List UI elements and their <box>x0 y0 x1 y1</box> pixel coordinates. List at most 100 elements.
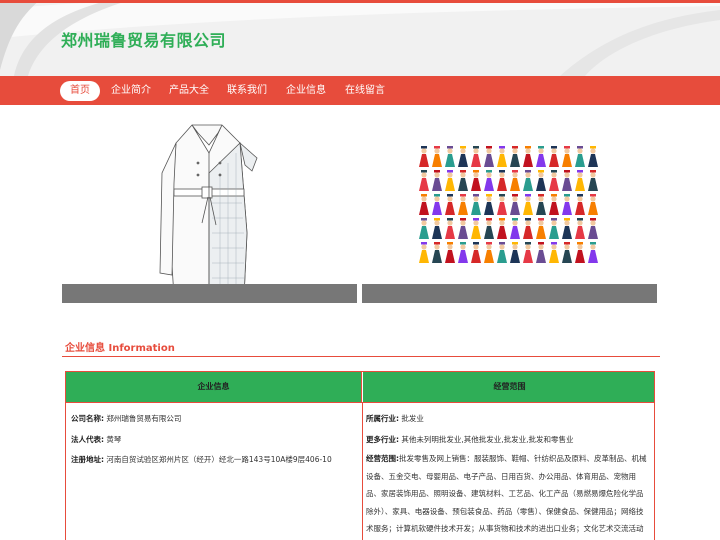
doll-figure <box>575 218 585 239</box>
industry-value: 批发业 <box>401 414 424 423</box>
table-header-business-scope: 经营范围 <box>363 372 654 402</box>
doll-figure <box>471 194 481 215</box>
doll-figure <box>510 194 520 215</box>
doll-figure <box>562 194 572 215</box>
section-title: 企业信息 Information <box>65 343 175 354</box>
doll-figure <box>445 146 455 167</box>
product-caption-bar <box>62 284 357 303</box>
doll-figure <box>432 218 442 239</box>
company-name-field: 公司名称: 郑州瑞鲁贸易有限公司 <box>71 413 181 424</box>
business-scope-label: 经营范围: <box>366 454 399 463</box>
doll-figure <box>484 194 494 215</box>
doll-figure <box>575 170 585 191</box>
doll-figure <box>419 218 429 239</box>
nav-item-message[interactable]: 在线留言 <box>335 81 395 101</box>
industry-label: 所属行业: <box>366 414 399 423</box>
doll-figure <box>575 194 585 215</box>
doll-figure <box>471 218 481 239</box>
doll-figure <box>471 170 481 191</box>
doll-figure <box>445 218 455 239</box>
doll-figure <box>523 218 533 239</box>
address-label: 注册地址: <box>71 455 104 464</box>
doll-figure <box>419 194 429 215</box>
doll-figure <box>510 146 520 167</box>
doll-figure <box>523 146 533 167</box>
doll-figure <box>458 146 468 167</box>
doll-figure <box>458 242 468 263</box>
section-divider <box>62 356 660 357</box>
doll-figure <box>484 170 494 191</box>
legal-rep-field: 法人代表: 黄琴 <box>71 434 121 445</box>
doll-figure <box>458 194 468 215</box>
table-row-divider <box>66 402 654 403</box>
doll-figure <box>536 194 546 215</box>
doll-figure <box>458 170 468 191</box>
address-value: 河南自贸试验区郑州片区（经开）经北一路143号10A楼9层406-10 <box>106 455 332 464</box>
doll-figure <box>549 194 559 215</box>
product-card-coat[interactable] <box>62 113 357 303</box>
doll-figure <box>497 170 507 191</box>
doll-figure <box>419 242 429 263</box>
trench-coat-image <box>159 124 258 298</box>
nav-item-products[interactable]: 产品大全 <box>159 81 219 101</box>
doll-figure <box>419 146 429 167</box>
doll-figure <box>549 170 559 191</box>
doll-figure <box>419 170 429 191</box>
doll-figure <box>536 146 546 167</box>
doll-figure <box>549 242 559 263</box>
more-industry-label: 更多行业: <box>366 435 399 444</box>
legal-rep-label: 法人代表: <box>71 435 104 444</box>
doll-figure <box>588 170 598 191</box>
doll-figure <box>432 242 442 263</box>
doll-figure <box>575 242 585 263</box>
doll-figure <box>536 170 546 191</box>
industry-field: 所属行业: 批发业 <box>366 413 424 424</box>
more-industry-field: 更多行业: 其他未列明批发业,其他批发业,批发业,批发和零售业 <box>366 434 574 445</box>
doll-figure <box>549 218 559 239</box>
nav-item-home[interactable]: 首页 <box>60 81 100 101</box>
doll-figure <box>432 146 442 167</box>
doll-figure <box>575 146 585 167</box>
nav-item-company-info[interactable]: 企业信息 <box>276 81 336 101</box>
address-field: 注册地址: 河南自贸试验区郑州片区（经开）经北一路143号10A楼9层406-1… <box>71 454 332 465</box>
doll-figure <box>458 218 468 239</box>
doll-figure <box>484 218 494 239</box>
doll-figure <box>523 170 533 191</box>
site-header: 郑州瑞鲁贸易有限公司 <box>0 0 720 76</box>
doll-figure <box>549 146 559 167</box>
doll-figure <box>523 194 533 215</box>
doll-figure <box>562 242 572 263</box>
company-name-value: 郑州瑞鲁贸易有限公司 <box>106 414 182 423</box>
doll-figure <box>445 170 455 191</box>
doll-figure <box>562 146 572 167</box>
doll-figure <box>536 242 546 263</box>
doll-figure <box>588 242 598 263</box>
doll-figure <box>510 170 520 191</box>
doll-figure <box>497 194 507 215</box>
business-scope-field: 经营范围:批发零售及网上销售：服装服饰、鞋帽、针纺织品及原料、皮革制品、机械设备… <box>366 450 650 540</box>
nav-item-contact[interactable]: 联系我们 <box>217 81 277 101</box>
doll-figure <box>562 218 572 239</box>
product-card-dolls[interactable] <box>362 113 657 303</box>
main-nav: 首页 企业简介 产品大全 联系我们 企业信息 在线留言 <box>0 76 720 105</box>
doll-figure <box>588 146 598 167</box>
doll-figure <box>510 242 520 263</box>
nav-item-about[interactable]: 企业简介 <box>101 81 161 101</box>
doll-figure <box>510 218 520 239</box>
product-caption-bar <box>362 284 657 303</box>
company-name-label: 公司名称: <box>71 414 104 423</box>
doll-figure <box>523 242 533 263</box>
doll-figure <box>432 194 442 215</box>
business-scope-value: 批发零售及网上销售：服装服饰、鞋帽、针纺织品及原料、皮革制品、机械设备、五金交电… <box>366 454 647 534</box>
doll-figure <box>484 146 494 167</box>
site-title[interactable]: 郑州瑞鲁贸易有限公司 <box>61 27 226 51</box>
table-header-company-info: 企业信息 <box>66 372 362 402</box>
ethnic-dolls-image <box>419 146 598 263</box>
doll-figure <box>497 242 507 263</box>
doll-figure <box>471 146 481 167</box>
company-info-table: 企业信息 经营范围 公司名称: 郑州瑞鲁贸易有限公司 法人代表: 黄琴 注册地址… <box>65 371 655 540</box>
doll-figure <box>536 218 546 239</box>
legal-rep-value: 黄琴 <box>106 435 122 444</box>
doll-figure <box>445 194 455 215</box>
doll-figure <box>497 218 507 239</box>
